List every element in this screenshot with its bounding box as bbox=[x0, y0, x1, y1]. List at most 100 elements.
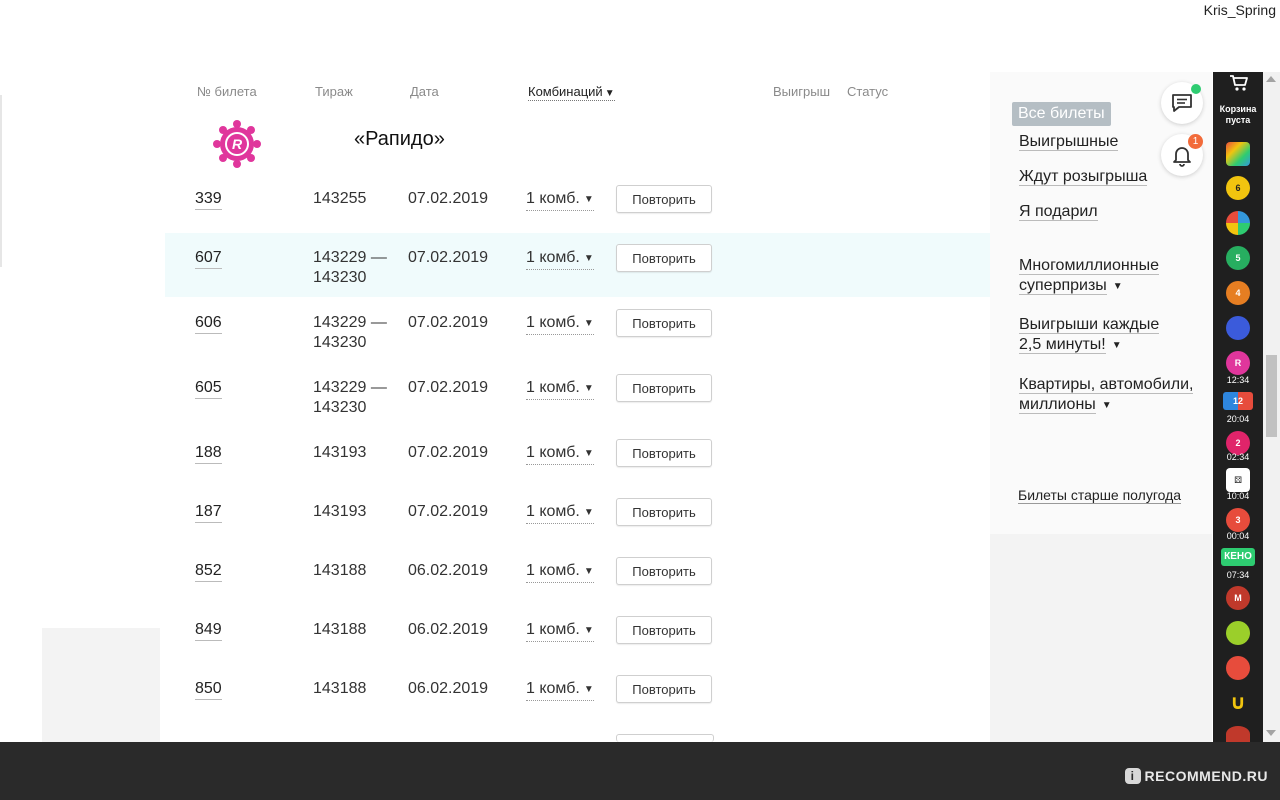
game-5-36-icon[interactable]: 5 bbox=[1226, 246, 1250, 270]
draw-number: 143229 — 143230 bbox=[313, 378, 387, 418]
combination-dropdown[interactable]: 1 комб. ▼ bbox=[526, 620, 594, 642]
combination-dropdown[interactable]: 1 комб. ▼ bbox=[526, 502, 594, 524]
game-time: 02:34 bbox=[1226, 452, 1250, 462]
username[interactable]: Kris_Spring bbox=[1204, 2, 1276, 18]
filter-group-every-2-5[interactable]: Выигрыши каждые 2,5 минуты! ▼ bbox=[1019, 315, 1160, 356]
repeat-button[interactable]: Повторить bbox=[616, 616, 712, 644]
game-matchball-icon[interactable]: M bbox=[1226, 586, 1250, 610]
header-ticket: № билета bbox=[197, 84, 257, 99]
game-rapido-icon[interactable]: R bbox=[1226, 351, 1250, 375]
notifications-button[interactable]: 1 bbox=[1161, 134, 1203, 176]
scroll-down-icon[interactable] bbox=[1266, 730, 1276, 736]
caret-down-icon: ▼ bbox=[583, 566, 594, 577]
repeat-button[interactable]: Повторить bbox=[616, 675, 712, 703]
header-combinations[interactable]: Комбинаций ▼ bbox=[528, 84, 615, 101]
filter-all-tickets[interactable]: Все билеты bbox=[1012, 102, 1111, 126]
svg-text:R: R bbox=[232, 136, 243, 152]
watermark-text: RECOMMEND.RU bbox=[1144, 768, 1268, 784]
header-win: Выигрыш bbox=[773, 84, 831, 99]
combination-dropdown[interactable]: 1 комб. ▼ bbox=[526, 313, 594, 335]
filter-waiting[interactable]: Ждут розыгрыша bbox=[1019, 167, 1148, 187]
game-wheel-icon[interactable] bbox=[1226, 211, 1250, 235]
ticket-number-link[interactable]: 605 bbox=[195, 378, 222, 399]
watermark-badge-icon: i bbox=[1124, 768, 1141, 784]
chat-icon bbox=[1172, 94, 1192, 112]
draw-range-end: 143230 bbox=[313, 269, 367, 286]
ticket-number-link[interactable]: 188 bbox=[195, 443, 222, 464]
game-keno-icon[interactable]: КЕНО bbox=[1221, 548, 1255, 566]
repeat-button[interactable]: Повторить bbox=[616, 498, 712, 526]
left-edge-divider bbox=[0, 95, 2, 267]
filter-winning[interactable]: Выигрышные bbox=[1019, 132, 1119, 152]
game-time: 00:04 bbox=[1226, 531, 1250, 541]
ticket-number-link[interactable]: 187 bbox=[195, 502, 222, 523]
older-tickets-link[interactable]: Билеты старше полугода bbox=[1018, 487, 1182, 504]
table-row: 606 143229 — 143230 07.02.2019 1 комб. ▼ П… bbox=[165, 298, 990, 362]
ticket-date: 06.02.2019 bbox=[408, 621, 489, 638]
game-time: 10:04 bbox=[1226, 491, 1250, 501]
caret-down-icon: ▼ bbox=[583, 507, 594, 518]
ticket-number-link[interactable]: 606 bbox=[195, 313, 222, 334]
draw-range-start: 143229 — bbox=[313, 249, 387, 266]
ticket-date: 07.02.2019 bbox=[408, 249, 489, 266]
table-row: 605 143229 — 143230 07.02.2019 1 комб. ▼ П… bbox=[165, 363, 990, 427]
header-date: Дата bbox=[410, 84, 439, 99]
combination-label: 1 комб. bbox=[526, 249, 580, 266]
game-time: 07:34 bbox=[1226, 570, 1250, 580]
cart-label[interactable]: Корзина пуста bbox=[1213, 104, 1263, 126]
caret-down-icon: ▼ bbox=[1112, 281, 1123, 292]
filter-multimillion-line1: Многомиллионные bbox=[1019, 257, 1159, 275]
game-globe-icon[interactable] bbox=[1226, 316, 1250, 340]
repeat-button[interactable]: Повторить bbox=[616, 185, 712, 213]
table-row: 849 143188 06.02.2019 1 комб. ▼ Повторить bbox=[165, 605, 990, 655]
table-row: 187 143193 07.02.2019 1 комб. ▼ Повторить bbox=[165, 487, 990, 537]
ticket-date: 07.02.2019 bbox=[408, 503, 489, 520]
draw-number: 143188 bbox=[313, 562, 367, 579]
repeat-button[interactable]: Повторить bbox=[616, 309, 712, 337]
repeat-button-partial[interactable] bbox=[616, 734, 714, 742]
game-top3-icon[interactable]: 3 bbox=[1226, 508, 1250, 532]
combination-label: 1 комб. bbox=[526, 680, 580, 697]
game-lotto-icon[interactable] bbox=[1226, 621, 1250, 645]
game-6-45-icon[interactable]: 6 bbox=[1226, 176, 1250, 200]
game-partial-icon[interactable] bbox=[1226, 726, 1250, 742]
caret-down-icon: ▼ bbox=[1101, 400, 1112, 411]
filter-group-multimillion[interactable]: Многомиллионные суперпризы ▼ bbox=[1019, 256, 1159, 297]
game-12-24-icon[interactable]: 12 bbox=[1223, 392, 1253, 410]
game-dice-icon[interactable]: ⚄ bbox=[1226, 468, 1250, 492]
filter-gifted[interactable]: Я подарил bbox=[1019, 202, 1098, 222]
combination-dropdown[interactable]: 1 комб. ▼ bbox=[526, 679, 594, 701]
ticket-number-link[interactable]: 339 bbox=[195, 189, 222, 210]
draw-range-end: 143230 bbox=[313, 334, 367, 351]
ticket-number-link[interactable]: 850 bbox=[195, 679, 222, 700]
game-4-20-icon[interactable]: 4 bbox=[1226, 281, 1250, 305]
repeat-button[interactable]: Повторить bbox=[616, 244, 712, 272]
ticket-number-link[interactable]: 849 bbox=[195, 620, 222, 641]
repeat-button[interactable]: Повторить bbox=[616, 557, 712, 585]
filter-group-apartments[interactable]: Квартиры, автомобили, миллионы ▼ bbox=[1019, 375, 1194, 416]
repeat-button[interactable]: Повторить bbox=[616, 439, 712, 467]
game-horseshoe-icon[interactable]: ∪ bbox=[1226, 691, 1250, 715]
combination-dropdown[interactable]: 1 комб. ▼ bbox=[526, 561, 594, 583]
scrollbar-thumb[interactable] bbox=[1266, 355, 1277, 437]
combination-dropdown[interactable]: 1 комб. ▼ bbox=[526, 443, 594, 465]
draw-range-start: 143229 — bbox=[313, 314, 387, 331]
ticket-date: 07.02.2019 bbox=[408, 444, 489, 461]
cart-icon[interactable] bbox=[1229, 74, 1249, 92]
combination-dropdown[interactable]: 1 комб. ▼ bbox=[526, 189, 594, 211]
game-time: 20:04 bbox=[1226, 414, 1250, 424]
ticket-number-link[interactable]: 852 bbox=[195, 561, 222, 582]
left-blank-area bbox=[42, 628, 160, 742]
chat-button[interactable] bbox=[1161, 82, 1203, 124]
rapido-logo-icon: R bbox=[213, 120, 261, 168]
draw-number: 143193 bbox=[313, 444, 367, 461]
game-cube-icon[interactable] bbox=[1226, 142, 1250, 166]
combination-dropdown[interactable]: 1 комб. ▼ bbox=[526, 378, 594, 400]
game-housing-icon[interactable] bbox=[1226, 656, 1250, 680]
repeat-button[interactable]: Повторить bbox=[616, 374, 712, 402]
scroll-up-icon[interactable] bbox=[1266, 76, 1276, 82]
ticket-number-link[interactable]: 607 bbox=[195, 248, 222, 269]
combination-dropdown[interactable]: 1 комб. ▼ bbox=[526, 248, 594, 270]
watermark: i RECOMMEND.RU bbox=[1124, 768, 1268, 784]
filter-every-line2: 2,5 минуты! bbox=[1019, 336, 1106, 354]
